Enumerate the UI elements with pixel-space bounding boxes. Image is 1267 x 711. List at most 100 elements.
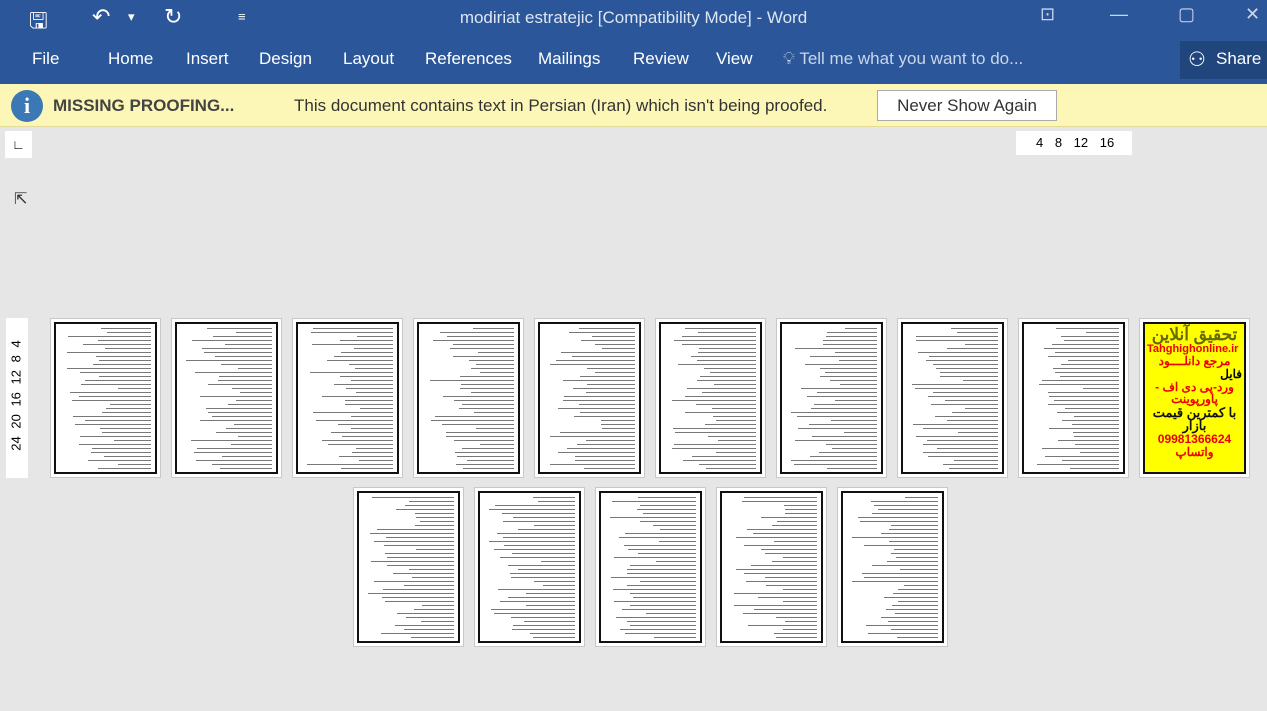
text-line [509,573,575,574]
restore-button[interactable]: ▢ [1178,4,1195,25]
text-line [339,340,393,341]
text-line [783,601,817,602]
text-line [927,396,998,397]
text-line [627,549,696,550]
text-line [1048,356,1119,357]
page-thumbnail[interactable] [171,318,282,478]
text-line [101,432,151,433]
text-line [577,444,635,445]
text-line [566,448,635,449]
text-line [654,637,696,638]
text-line [929,356,998,357]
tab-design[interactable]: Design [259,49,312,69]
text-line [382,589,454,590]
page-thumbnail[interactable] [837,487,948,647]
text-line [381,633,454,634]
text-line [359,408,393,409]
tab-insert[interactable]: Insert [186,49,229,69]
text-line [341,436,393,437]
never-show-again-button[interactable]: Never Show Again [877,90,1057,121]
minimize-button[interactable]: — [1110,4,1128,25]
message-title: MISSING PROOFING... [53,96,235,115]
text-line [450,348,514,349]
tab-layout[interactable]: Layout [343,49,394,69]
tab-mailings[interactable]: Mailings [538,49,600,69]
text-line [754,609,817,610]
text-line [775,637,817,638]
text-line [458,408,514,409]
share-label: Share [1216,49,1262,68]
text-line [827,332,877,333]
text-line [382,597,454,598]
text-line [626,585,696,586]
page-thumbnail[interactable] [474,487,585,647]
text-line [764,577,817,578]
page-thumbnail[interactable] [292,318,403,478]
tab-references[interactable]: References [425,49,512,69]
tab-selector-button[interactable]: ∟ [5,131,32,158]
text-line [784,513,817,514]
text-line [899,569,938,570]
page-thumbnail[interactable] [897,318,1008,478]
page-thumbnail[interactable] [413,318,524,478]
ribbon-display-icon[interactable]: ⊡ [1040,4,1055,25]
ad-page-thumbnail[interactable]: تحقیق آنلاین Tahghighonline.ir مرجع دانلــ… [1139,318,1250,478]
text-line [935,416,998,417]
text-line [819,368,877,369]
text-line [339,376,393,377]
text-line [445,432,514,433]
tell-me-input[interactable]: 💡︎ Tell me what you want to do... [783,49,1023,69]
text-line [861,573,938,574]
page-thumbnail[interactable] [655,318,766,478]
share-button[interactable]: ⚇ Share [1180,41,1267,79]
text-line [1045,456,1119,457]
text-line [956,332,998,333]
text-line [587,384,635,385]
page-thumbnail[interactable] [716,487,827,647]
text-line [403,585,454,586]
text-line [885,609,938,610]
text-line [313,412,393,413]
text-line [922,452,998,453]
text-line [744,573,817,574]
text-line [632,597,696,598]
text-line [489,541,575,542]
text-line [627,573,696,574]
text-line [312,328,393,329]
horizontal-ruler[interactable]: 4 8 12 16 [1016,131,1132,155]
text-line [384,545,454,546]
text-line [1042,448,1119,449]
tab-home[interactable]: Home [108,49,153,69]
text-line [658,541,696,542]
vertical-ruler-labels: 24 20 16 12 8 4 [8,340,24,451]
text-line [812,436,877,437]
page-thumbnail[interactable] [776,318,887,478]
text-line [235,400,272,401]
close-button[interactable]: ✕ [1245,4,1260,25]
page-thumbnail[interactable] [353,487,464,647]
text-line [472,328,514,329]
text-line [793,464,877,465]
text-line [508,565,575,566]
text-line [811,408,877,409]
page-thumbnail[interactable] [50,318,161,478]
text-line [1072,432,1119,433]
text-line [344,400,393,401]
text-line [1038,384,1119,385]
text-line [526,593,575,594]
tab-review[interactable]: Review [633,49,689,69]
text-line [874,505,938,506]
text-line [893,593,938,594]
text-line [1070,468,1119,469]
tab-view[interactable]: View [716,49,753,69]
page-thumbnail[interactable] [595,487,706,647]
text-line [79,396,151,397]
text-line [200,396,272,397]
text-line [687,388,756,389]
text-line [629,565,696,566]
vertical-ruler[interactable]: 24 20 16 12 8 4 [6,318,28,478]
tab-file[interactable]: File [32,49,59,69]
text-line [75,424,151,425]
page-thumbnail[interactable] [1018,318,1129,478]
page-thumbnail[interactable] [534,318,645,478]
